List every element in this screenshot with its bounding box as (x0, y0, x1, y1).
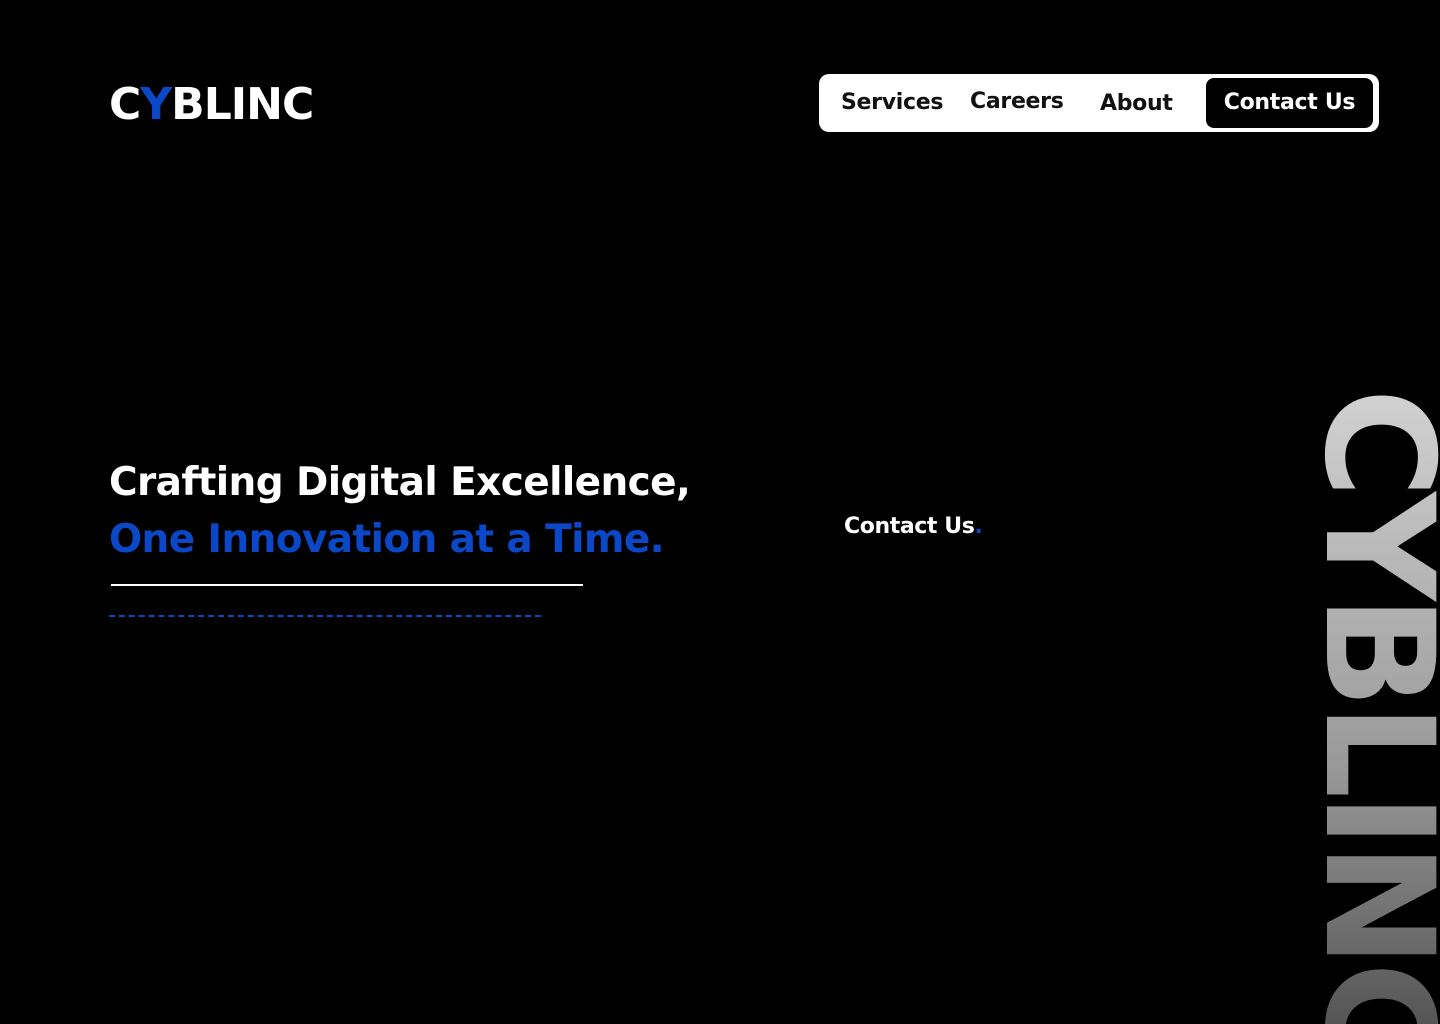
hero-divider-solid (111, 584, 583, 586)
logo-suffix: BLINC (171, 79, 314, 130)
hero-headline-line2: One Innovation at a Time. (109, 517, 665, 562)
main-nav: Services Careers About Contact Us (819, 74, 1379, 132)
brand-logo[interactable]: CYBLINC (109, 79, 314, 130)
logo-accent-letter: Y (140, 79, 172, 130)
contact-us-link[interactable]: Contact Us. (844, 512, 983, 542)
hero-headline-line1: Crafting Digital Excellence, (109, 460, 691, 505)
page: CYBLINC Services Careers About Contact U… (0, 0, 1440, 1024)
nav-item-careers[interactable]: Careers (970, 73, 1064, 131)
vertical-wordmark: CYBLINC (1300, 388, 1440, 1024)
contact-link-label: Contact Us (844, 514, 975, 539)
nav-item-about[interactable]: About (1100, 75, 1173, 133)
contact-us-button[interactable]: Contact Us (1206, 78, 1373, 128)
contact-link-dot: . (974, 514, 983, 539)
nav-item-services[interactable]: Services (841, 74, 943, 132)
vertical-wordmark-container: CYBLINC (1300, 388, 1440, 1024)
logo-prefix: C (109, 79, 141, 130)
hero-divider-dashed (109, 615, 541, 617)
